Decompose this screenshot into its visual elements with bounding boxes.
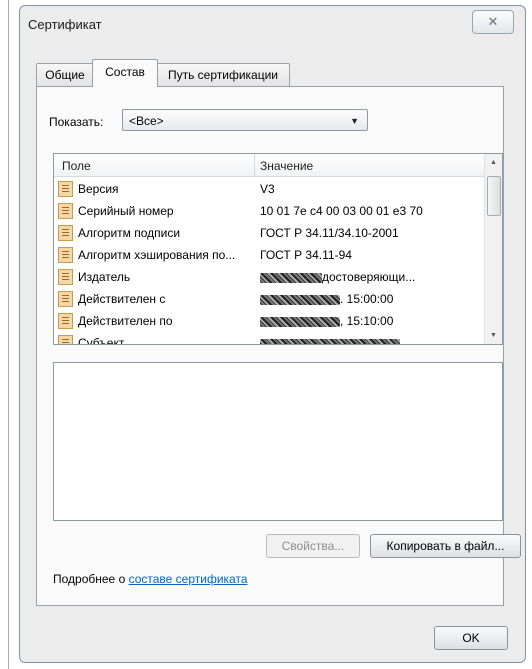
row-value: ГОСТ Р 34.11-94 — [260, 248, 352, 262]
row-value: 10 01 7e c4 00 03 00 01 e3 70 — [260, 204, 423, 218]
certificate-field-icon — [58, 225, 73, 241]
scroll-thumb[interactable] — [487, 176, 501, 216]
row-value-wrapper — [260, 336, 400, 344]
certificate-field-icon — [58, 203, 73, 219]
row-field: Действителен по — [78, 314, 173, 328]
scroll-up-icon[interactable]: ▲ — [485, 154, 502, 171]
certificate-field-icon — [58, 313, 73, 329]
row-field: Алгоритм хэширования по... — [78, 248, 236, 262]
tab-general[interactable]: Общие — [36, 63, 94, 86]
show-label: Показать: — [49, 115, 104, 129]
list-rows: Версия V3 Серийный номер 10 01 7e c4 00 … — [54, 178, 484, 345]
scroll-down-icon[interactable]: ▼ — [485, 327, 502, 344]
list-row-valid-to[interactable]: Действителен по , 15:10:00 — [54, 310, 484, 332]
row-field: Алгоритм подписи — [78, 226, 181, 240]
certificate-field-icon — [58, 335, 73, 344]
row-value: . 15:00:00 — [340, 292, 394, 306]
tab-details[interactable]: Состав — [92, 59, 158, 87]
row-field: Действителен с — [78, 292, 166, 306]
list-row-subject[interactable]: Субъект — [54, 332, 484, 345]
close-icon: ✕ — [487, 14, 499, 29]
list-row-valid-from[interactable]: Действителен с . 15:00:00 — [54, 288, 484, 310]
list-row-serial[interactable]: Серийный номер 10 01 7e c4 00 03 00 01 e… — [54, 200, 484, 222]
close-button[interactable]: ✕ — [472, 10, 514, 34]
column-header-field[interactable]: Поле — [62, 159, 91, 173]
list-scrollbar[interactable]: ▲ ▼ — [484, 154, 502, 344]
copy-to-file-button[interactable]: Копировать в файл... — [370, 534, 521, 558]
window-title: Сертификат — [28, 17, 102, 32]
row-field: Версия — [78, 182, 119, 196]
row-value: достоверяющи... — [322, 270, 416, 284]
list-header: Поле Значение — [54, 154, 484, 177]
row-value: V3 — [260, 182, 275, 196]
list-row-hash-algorithm[interactable]: Алгоритм хэширования по... ГОСТ Р 34.11-… — [54, 244, 484, 266]
row-value-wrapper: , 15:10:00 — [260, 314, 393, 328]
fields-list[interactable]: Поле Значение Версия V3 Серийный номер 1… — [53, 153, 503, 345]
list-row-issuer[interactable]: Издатель достоверяющи... — [54, 266, 484, 288]
properties-button[interactable]: Свойства... — [266, 534, 360, 558]
tab-certification-path[interactable]: Путь сертификации — [156, 63, 290, 86]
column-separator[interactable] — [254, 154, 255, 176]
row-value-wrapper: достоверяющи... — [260, 270, 415, 284]
certificate-field-icon — [58, 181, 73, 197]
ok-button[interactable]: OK — [434, 626, 508, 650]
row-field: Субъект — [78, 336, 125, 345]
details-panel: Показать: <Все> ▼ Поле Значение Версия V… — [36, 86, 521, 606]
chevron-down-icon: ▼ — [350, 116, 359, 126]
list-row-version[interactable]: Версия V3 — [54, 178, 484, 200]
show-select[interactable]: <Все> ▼ — [122, 109, 368, 131]
redacted-text — [260, 316, 340, 327]
certificate-dialog: Сертификат ✕ Общие Состав Путь сертифика… — [19, 5, 526, 663]
show-select-value: <Все> — [129, 114, 164, 128]
background-edge-line — [8, 0, 9, 669]
certificate-field-icon — [58, 291, 73, 307]
redacted-text — [260, 294, 340, 305]
more-info-prefix: Подробнее о — [53, 572, 129, 586]
row-field: Издатель — [78, 270, 131, 284]
row-value-wrapper: . 15:00:00 — [260, 292, 393, 306]
certificate-field-icon — [58, 269, 73, 285]
column-header-value[interactable]: Значение — [260, 159, 313, 173]
field-detail-box[interactable] — [53, 362, 503, 521]
row-value: , 15:10:00 — [340, 314, 394, 328]
redacted-text — [260, 338, 400, 344]
more-info-text: Подробнее о составе сертификата — [53, 572, 248, 586]
certificate-field-icon — [58, 247, 73, 263]
redacted-text — [260, 272, 322, 283]
row-value: ГОСТ Р 34.11/34.10-2001 — [260, 226, 399, 240]
row-field: Серийный номер — [78, 204, 174, 218]
certificate-details-link[interactable]: составе сертификата — [129, 572, 248, 586]
list-row-signature-algorithm[interactable]: Алгоритм подписи ГОСТ Р 34.11/34.10-2001 — [54, 222, 484, 244]
